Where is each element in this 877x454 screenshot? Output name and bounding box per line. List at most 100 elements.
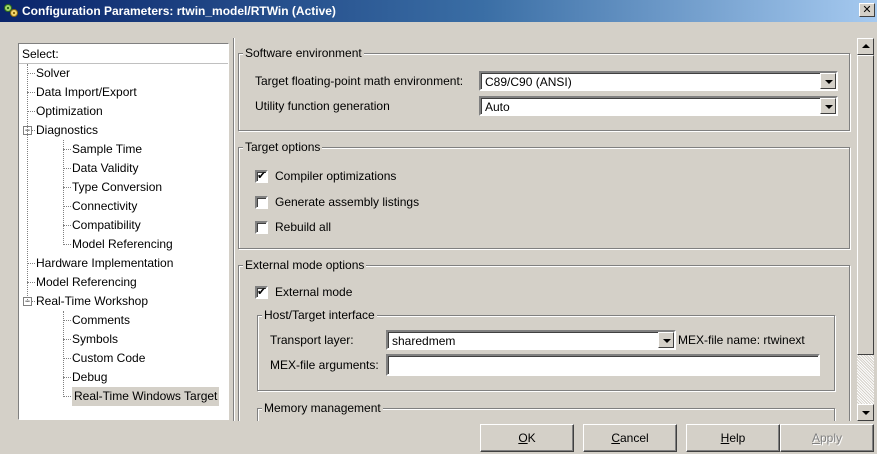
pane-divider[interactable] [233, 38, 235, 421]
group-title: Memory management [262, 401, 383, 415]
tree-item[interactable]: Debug [19, 368, 228, 387]
tree-header: Select: [19, 44, 228, 64]
tree-item-label: Connectivity [72, 199, 138, 213]
tree-item[interactable]: Solver [19, 64, 228, 83]
target-options-group: Target options ✔ Compiler optimizations … [238, 140, 850, 249]
tree-connector [63, 320, 71, 321]
tree-item[interactable]: Sample Time [19, 140, 228, 159]
tree-item[interactable]: Optimization [19, 102, 228, 121]
tree-item[interactable]: Model Referencing [19, 273, 228, 292]
checkbox-box[interactable]: ✔ [255, 170, 268, 183]
tree-item-label: Real-Time Windows Target [72, 387, 220, 406]
help-label: elp [729, 431, 746, 445]
tree-connector [63, 244, 71, 245]
tree-connector [63, 339, 71, 340]
checkbox-box[interactable]: ✔ [255, 286, 268, 299]
window-title: Configuration Parameters: rtwin_model/RT… [22, 4, 336, 18]
chevron-down-icon[interactable] [658, 332, 674, 348]
tree-item-label: Type Conversion [72, 180, 163, 194]
category-tree[interactable]: Select: Solver Data Import/Export Optimiza… [18, 43, 229, 420]
tree-connector [63, 206, 71, 207]
tree-item[interactable]: − Real-Time Workshop [19, 292, 228, 311]
apply-mnemonic: A [811, 431, 820, 445]
scroll-up-button[interactable] [857, 38, 874, 55]
tree-item-label: Diagnostics [36, 123, 99, 137]
mex-args-label: MEX-file arguments: [270, 358, 379, 372]
memory-management-group: Memory management [257, 401, 835, 421]
apply-label: pply [820, 431, 843, 445]
tree-item-label: Comments [72, 313, 131, 327]
tree-item-label: Hardware Implementation [36, 256, 174, 270]
tree-item[interactable]: Custom Code [19, 349, 228, 368]
tree-item[interactable]: Data Import/Export [19, 83, 228, 102]
external-mode-group: External mode options ✔ External mode Ho… [238, 258, 850, 421]
utility-select[interactable]: Auto [479, 96, 838, 116]
tree-item[interactable]: Compatibility [19, 216, 228, 235]
tree-item-label: Custom Code [72, 351, 146, 365]
tree-item[interactable]: Connectivity [19, 197, 228, 216]
tree-item[interactable]: Symbols [19, 330, 228, 349]
group-title: Software environment [243, 46, 364, 60]
apply-button[interactable]: Apply [780, 424, 874, 452]
cancel-mnemonic: C [611, 431, 620, 445]
group-title: Host/Target interface [262, 308, 377, 322]
check-icon: ✔ [257, 170, 267, 182]
scroll-thumb[interactable] [857, 55, 874, 355]
chevron-down-icon[interactable] [820, 73, 836, 89]
tree-connector [63, 377, 71, 378]
transport-layer-select[interactable]: sharedmem [386, 330, 676, 350]
simulink-config-icon [4, 4, 18, 17]
tree-item[interactable]: Comments [19, 311, 228, 330]
close-button[interactable]: ✕ [859, 3, 875, 17]
tree-connector [63, 149, 71, 150]
tree-item[interactable]: Data Validity [19, 159, 228, 178]
tree-connector [27, 73, 35, 74]
transport-layer-label: Transport layer: [270, 333, 354, 347]
ok-button[interactable]: OK [480, 424, 574, 452]
title-bar[interactable]: Configuration Parameters: rtwin_model/RT… [0, 0, 877, 22]
tree-connector [27, 263, 35, 264]
tree-item-label: Sample Time [72, 142, 143, 156]
tree-item[interactable]: Type Conversion [19, 178, 228, 197]
mex-args-input[interactable] [386, 354, 820, 376]
checkbox-label: Generate assembly listings [275, 195, 420, 209]
tree-guide [27, 64, 28, 302]
cancel-label: ancel [619, 431, 649, 445]
chevron-down-icon[interactable] [820, 98, 836, 114]
checkbox-label: Rebuild all [275, 220, 332, 234]
tree-item-label: Optimization [36, 104, 103, 118]
tree-item-label: Debug [72, 370, 108, 384]
utility-value: Auto [485, 100, 510, 114]
mex-file-name: MEX-file name: rtwinext [678, 333, 805, 347]
checkbox-box[interactable] [255, 196, 268, 209]
tree-item[interactable]: − Diagnostics [19, 121, 228, 140]
ok-label: K [527, 431, 536, 445]
scroll-track[interactable] [857, 355, 874, 404]
close-icon: ✕ [862, 4, 872, 16]
tree-item[interactable]: Model Referencing [19, 235, 228, 254]
tree-item[interactable]: Real-Time Windows Target [19, 387, 228, 406]
tree-item-label: Symbols [72, 332, 119, 346]
group-title: External mode options [243, 258, 367, 272]
math-env-label: Target floating-point math environment: [255, 74, 464, 88]
scroll-down-button[interactable] [857, 404, 874, 421]
tree-item[interactable]: Hardware Implementation [19, 254, 228, 273]
utility-label: Utility function generation [255, 99, 390, 113]
tree-connector [27, 111, 35, 112]
checkbox-label: Compiler optimizations [275, 169, 397, 183]
tree-guide [63, 311, 64, 397]
tree-item-label: Real-Time Workshop [36, 294, 149, 308]
tree-connector [63, 358, 71, 359]
tree-connector [63, 396, 71, 397]
tree-connector [63, 187, 71, 188]
checkbox-box[interactable] [255, 221, 268, 234]
tree-item-label: Data Import/Export [36, 85, 137, 99]
vertical-scrollbar[interactable] [857, 38, 874, 421]
transport-layer-value: sharedmem [392, 334, 456, 348]
math-env-select[interactable]: C89/C90 (ANSI) [479, 71, 838, 91]
help-button[interactable]: Help [686, 424, 780, 452]
group-title: Target options [243, 140, 323, 154]
cancel-button[interactable]: Cancel [583, 424, 677, 452]
software-environment-group: Software environment Target floating-poi… [238, 46, 850, 131]
tree-item-label: Data Validity [72, 161, 139, 175]
